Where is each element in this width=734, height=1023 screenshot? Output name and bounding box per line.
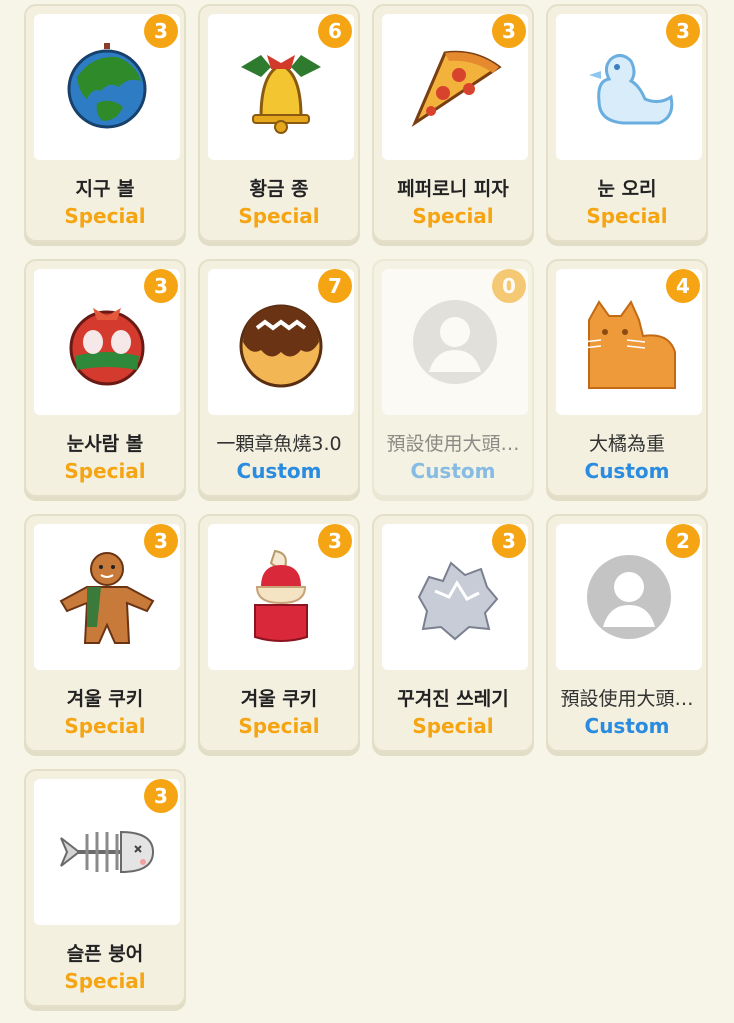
count-badge: 2 xyxy=(666,524,700,558)
takoyaki-icon xyxy=(239,304,323,388)
fish-skeleton-icon xyxy=(60,830,155,874)
item-type: Custom xyxy=(410,459,496,483)
count-badge: 4 xyxy=(666,269,700,303)
gingerbread-man-icon xyxy=(59,552,155,644)
count-badge: 7 xyxy=(318,269,352,303)
item-type: Custom xyxy=(584,459,670,483)
crumpled-paper-icon xyxy=(417,561,499,641)
item-type: Special xyxy=(64,459,146,483)
item-type: Special xyxy=(64,969,146,993)
item-name: 눈 오리 xyxy=(597,178,657,200)
item-type: Special xyxy=(586,204,668,228)
snowman-ornament-icon xyxy=(69,308,145,386)
item-card[interactable]: 3 페퍼로니 피자 Special xyxy=(372,4,534,242)
count-badge: 3 xyxy=(144,524,178,558)
item-card[interactable]: 3 눈 오리 Special xyxy=(546,4,708,242)
count-badge: 3 xyxy=(492,14,526,48)
item-card[interactable]: 3 겨울 쿠키 Special xyxy=(198,514,360,752)
pizza-slice-icon xyxy=(411,50,502,128)
count-badge: 3 xyxy=(666,14,700,48)
count-badge: 6 xyxy=(318,14,352,48)
item-card[interactable]: 4 大橘為重 Custom xyxy=(546,259,708,497)
item-type: Special xyxy=(64,714,146,738)
item-name: 大橘為重 xyxy=(588,433,665,455)
item-name: 겨울 쿠키 xyxy=(240,688,318,710)
item-name: 눈사람 볼 xyxy=(66,433,144,455)
item-card[interactable]: 0 預設使用大頭… Custom xyxy=(372,259,534,497)
golden-bell-icon xyxy=(241,55,321,134)
count-badge: 3 xyxy=(144,779,178,813)
item-card[interactable]: 3 슬픈 붕어 Special xyxy=(24,769,186,1007)
snow-duck-icon xyxy=(589,54,674,125)
item-name: 預設使用大頭… xyxy=(560,688,694,710)
item-card[interactable]: 3 꾸겨진 쓰레기 Special xyxy=(372,514,534,752)
default-avatar-icon xyxy=(587,555,671,639)
item-card[interactable]: 3 눈사람 볼 Special xyxy=(24,259,186,497)
item-name: 겨울 쿠키 xyxy=(66,688,144,710)
item-name: 페퍼로니 피자 xyxy=(397,178,509,200)
count-badge: 3 xyxy=(144,269,178,303)
item-card[interactable]: 3 겨울 쿠키 Special xyxy=(24,514,186,752)
item-card[interactable]: 6 황금 종 Special xyxy=(198,4,360,242)
item-name: 지구 볼 xyxy=(75,178,135,200)
earth-ornament-icon xyxy=(67,43,147,129)
count-badge: 0 xyxy=(492,269,526,303)
item-card[interactable]: 3 지구 볼 Special xyxy=(24,4,186,242)
item-card[interactable]: 2 預設使用大頭… Custom xyxy=(546,514,708,752)
item-grid: 3 지구 볼 Special 6 황금 종 Special 3 페퍼로니 피자 … xyxy=(0,0,734,1023)
item-type: Custom xyxy=(236,459,322,483)
item-type: Special xyxy=(238,204,320,228)
item-type: Special xyxy=(64,204,146,228)
item-type: Special xyxy=(412,204,494,228)
item-type: Custom xyxy=(584,714,670,738)
count-badge: 3 xyxy=(144,14,178,48)
item-name: 슬픈 붕어 xyxy=(66,943,144,965)
item-name: 꾸겨진 쓰레기 xyxy=(397,688,509,710)
count-badge: 3 xyxy=(318,524,352,558)
default-avatar-icon xyxy=(413,300,497,384)
item-type: Special xyxy=(412,714,494,738)
orange-cat-icon xyxy=(582,299,676,389)
item-card[interactable]: 7 一顆章魚燒3.0 Custom xyxy=(198,259,360,497)
item-name: 預設使用大頭… xyxy=(386,433,520,455)
strawberry-cake-icon xyxy=(254,549,308,642)
item-type: Special xyxy=(238,714,320,738)
item-name: 一顆章魚燒3.0 xyxy=(216,433,342,455)
count-badge: 3 xyxy=(492,524,526,558)
item-name: 황금 종 xyxy=(249,178,309,200)
